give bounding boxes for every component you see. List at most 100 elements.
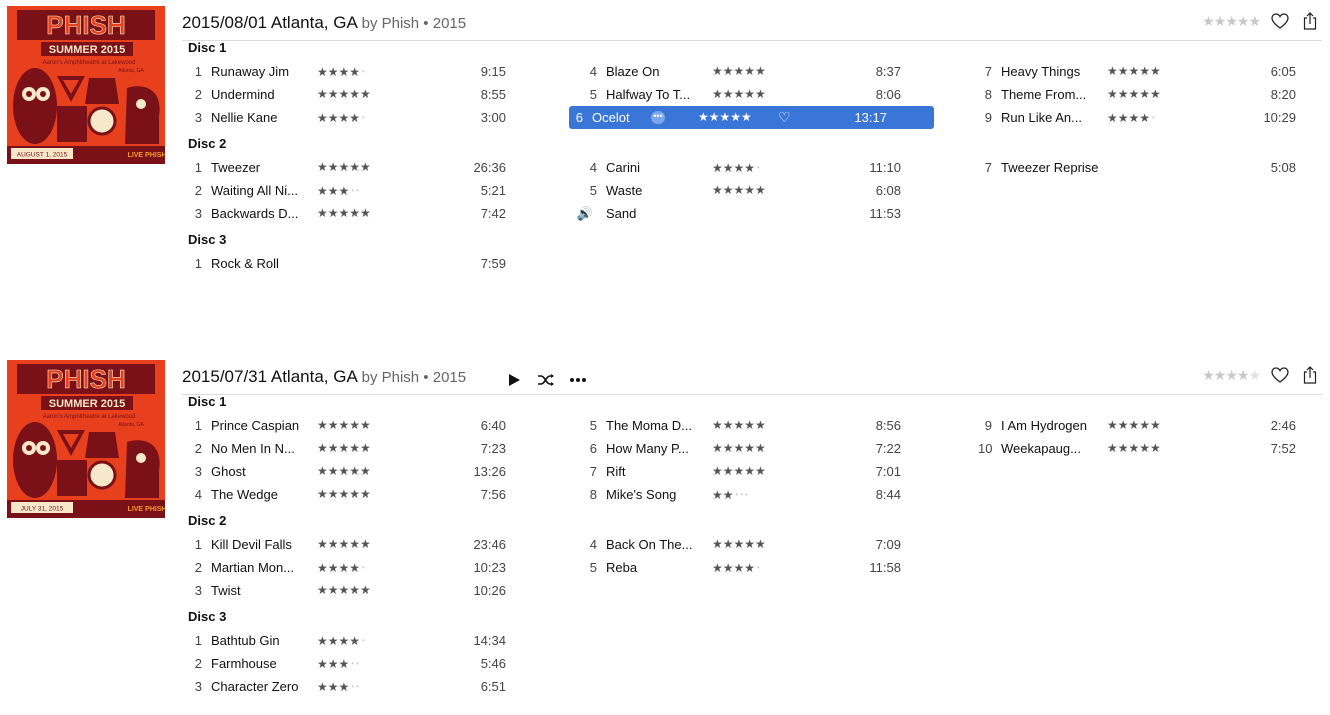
track-rating[interactable]: ★★★★★ bbox=[317, 533, 371, 556]
album-rating[interactable]: ★★★★★ bbox=[1202, 367, 1261, 384]
track-rating[interactable]: ★★★ • • bbox=[317, 675, 359, 699]
track-rating[interactable]: ★★★★★ bbox=[712, 437, 766, 460]
track-rating[interactable]: ★★★★★ bbox=[712, 414, 766, 437]
track-column: 7 Tweezer Reprise 5:08 bbox=[978, 156, 1330, 179]
more-icon[interactable]: ••• bbox=[651, 111, 665, 124]
track-row[interactable]: 9 Run Like An... ★★★★ • 10:29 bbox=[978, 106, 1330, 129]
track-row[interactable]: 4 Back On The... ★★★★★ 7:09 bbox=[583, 533, 948, 556]
track-rating[interactable]: ★★★ • • bbox=[317, 652, 359, 676]
heart-icon[interactable]: ♡ bbox=[778, 106, 791, 129]
more-icon[interactable] bbox=[568, 370, 588, 390]
track-row[interactable]: 5 The Moma D... ★★★★★ 8:56 bbox=[583, 414, 948, 437]
track-rating[interactable]: ★★★★★ bbox=[317, 156, 371, 179]
track-row[interactable]: 6 How Many P... ★★★★★ 7:22 bbox=[583, 437, 948, 460]
track-duration: 6:08 bbox=[875, 183, 901, 198]
shuffle-icon[interactable] bbox=[536, 370, 556, 390]
track-rating[interactable]: ★★★★ • bbox=[317, 60, 365, 84]
heart-icon[interactable] bbox=[1270, 11, 1290, 31]
track-row[interactable]: 3 Nellie Kane ★★★★ • 3:00 bbox=[188, 106, 553, 129]
track-row[interactable]: 4 Carini ★★★★ • 11:10 bbox=[583, 156, 948, 179]
track-row[interactable]: 1 Kill Devil Falls ★★★★★ 23:46 bbox=[188, 533, 553, 556]
track-row[interactable]: 3 Backwards D... ★★★★★ 7:42 bbox=[188, 202, 553, 225]
track-rating[interactable]: ★★ • • • bbox=[712, 483, 748, 507]
track-rating[interactable]: ★★★★★ bbox=[698, 106, 752, 129]
track-rating[interactable]: ★★★★★ bbox=[712, 460, 766, 483]
track-row[interactable]: 7 Rift ★★★★★ 7:01 bbox=[583, 460, 948, 483]
track-duration: 5:46 bbox=[480, 656, 506, 671]
track-row[interactable]: 9 I Am Hydrogen ★★★★★ 2:46 bbox=[978, 414, 1330, 437]
disc-label: Disc 1 bbox=[188, 40, 227, 55]
track-row[interactable]: 1 Rock & Roll 7:59 bbox=[188, 252, 553, 275]
track-row[interactable]: 🔊 Sand 11:53 bbox=[577, 202, 948, 225]
track-row[interactable]: 3 Ghost ★★★★★ 13:26 bbox=[188, 460, 553, 483]
track-rating[interactable]: ★★★★ • bbox=[1107, 106, 1155, 130]
track-row[interactable]: 8 Mike's Song ★★ • • • 8:44 bbox=[583, 483, 948, 506]
track-rating[interactable]: ★★★★★ bbox=[712, 60, 766, 83]
play-icon[interactable] bbox=[504, 370, 524, 390]
track-name: Tweezer Reprise bbox=[1001, 160, 1099, 175]
track-rating[interactable]: ★★★★★ bbox=[317, 202, 371, 225]
album-title-text: 2015/08/01 Atlanta, GA bbox=[182, 13, 357, 32]
track-number: 3 bbox=[194, 110, 202, 125]
track-rating[interactable]: ★★★★★ bbox=[317, 483, 371, 506]
track-rating[interactable]: ★★★★★ bbox=[317, 414, 371, 437]
track-row[interactable]: 3 Character Zero ★★★ • • 6:51 bbox=[188, 675, 553, 698]
track-rating[interactable]: ★★★★★ bbox=[317, 460, 371, 483]
track-number: 3 bbox=[194, 206, 202, 221]
track-number: 5 bbox=[589, 183, 597, 198]
album-rating[interactable]: ★★★★★ bbox=[1202, 13, 1261, 30]
track-rating[interactable]: ★★★★★ bbox=[1107, 437, 1161, 460]
album-artist-year[interactable]: by Phish • 2015 bbox=[362, 15, 467, 32]
track-rating[interactable]: ★★★★ • bbox=[317, 106, 365, 130]
track-row[interactable]: 2 Waiting All Ni... ★★★ • • 5:21 bbox=[188, 179, 553, 202]
track-rating[interactable]: ★★★★★ bbox=[1107, 83, 1161, 106]
track-row[interactable]: 5 Halfway To T... ★★★★★ 8:06 bbox=[583, 83, 948, 106]
track-row[interactable]: 5 Waste ★★★★★ 6:08 bbox=[583, 179, 948, 202]
album-artwork[interactable]: PHISH SUMMER 2015 Aaron's Amphitheatre at … bbox=[7, 6, 165, 164]
track-number: 7 bbox=[589, 464, 597, 479]
track-rating[interactable]: ★★★★ • bbox=[712, 156, 760, 180]
track-row[interactable]: 1 Runaway Jim ★★★★ • 9:15 bbox=[188, 60, 553, 83]
art-venue: Aaron's Amphitheatre at Lakewood bbox=[43, 60, 136, 66]
track-row[interactable]: 2 Farmhouse ★★★ • • 5:46 bbox=[188, 652, 553, 675]
track-row[interactable]: 1 Tweezer ★★★★★ 26:36 bbox=[188, 156, 553, 179]
track-number: 2 bbox=[194, 560, 202, 575]
track-row[interactable]: 8 Theme From... ★★★★★ 8:20 bbox=[978, 83, 1330, 106]
track-rating[interactable]: ★★★ • • bbox=[317, 179, 359, 203]
track-rating[interactable]: ★★★★ • bbox=[317, 629, 365, 653]
track-duration: 8:20 bbox=[1270, 87, 1296, 102]
track-rating[interactable]: ★★★★★ bbox=[317, 83, 371, 106]
track-rating[interactable]: ★★★★ • bbox=[712, 556, 760, 580]
album-artist-year[interactable]: by Phish • 2015 bbox=[362, 369, 467, 386]
track-row[interactable]: 7 Tweezer Reprise 5:08 bbox=[978, 156, 1330, 179]
track-rating[interactable]: ★★★★★ bbox=[712, 83, 766, 106]
track-row[interactable]: 2 Undermind ★★★★★ 8:55 bbox=[188, 83, 553, 106]
track-rating[interactable]: ★★★★★ bbox=[1107, 60, 1161, 83]
track-row[interactable]: 6 Ocelot ••• ★★★★★ ♡ 13:17 bbox=[569, 106, 934, 129]
track-row[interactable]: 2 Martian Mon... ★★★★ • 10:23 bbox=[188, 556, 553, 579]
album-artwork[interactable]: PHISH SUMMER 2015 Aaron's Amphitheatre at … bbox=[7, 360, 165, 518]
track-row[interactable]: 5 Reba ★★★★ • 11:58 bbox=[583, 556, 948, 579]
track-duration: 7:56 bbox=[480, 487, 506, 502]
track-row[interactable]: 10 Weekapaug... ★★★★★ 7:52 bbox=[978, 437, 1330, 460]
track-row[interactable]: 1 Prince Caspian ★★★★★ 6:40 bbox=[188, 414, 553, 437]
art-band-name: PHISH bbox=[46, 10, 125, 40]
track-rating[interactable]: ★★★★★ bbox=[317, 579, 371, 602]
track-number: 4 bbox=[194, 487, 202, 502]
track-row[interactable]: 1 Bathtub Gin ★★★★ • 14:34 bbox=[188, 629, 553, 652]
share-icon[interactable] bbox=[1300, 365, 1320, 385]
track-row[interactable]: 4 Blaze On ★★★★★ 8:37 bbox=[583, 60, 948, 83]
track-duration: 10:26 bbox=[473, 583, 506, 598]
track-rating[interactable]: ★★★★ • bbox=[317, 556, 365, 580]
heart-icon[interactable] bbox=[1270, 365, 1290, 385]
share-icon[interactable] bbox=[1300, 11, 1320, 31]
track-row[interactable]: 7 Heavy Things ★★★★★ 6:05 bbox=[978, 60, 1330, 83]
track-row[interactable]: 4 The Wedge ★★★★★ 7:56 bbox=[188, 483, 553, 506]
track-rating[interactable]: ★★★★★ bbox=[712, 179, 766, 202]
track-row[interactable]: 3 Twist ★★★★★ 10:26 bbox=[188, 579, 553, 602]
track-rating[interactable]: ★★★★★ bbox=[712, 533, 766, 556]
track-rating[interactable]: ★★★★★ bbox=[1107, 414, 1161, 437]
track-duration: 11:58 bbox=[869, 560, 901, 575]
track-rating[interactable]: ★★★★★ bbox=[317, 437, 371, 460]
track-row[interactable]: 2 No Men In N... ★★★★★ 7:23 bbox=[188, 437, 553, 460]
